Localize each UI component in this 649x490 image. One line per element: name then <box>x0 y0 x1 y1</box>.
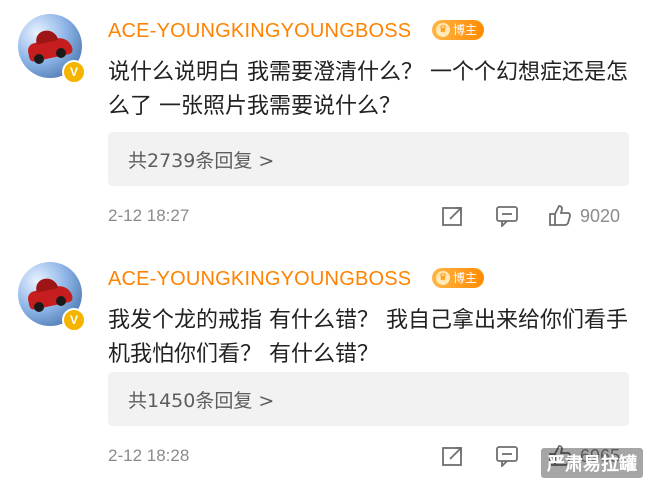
crown-icon: ♛ <box>436 271 450 285</box>
avatar-wheel <box>56 296 66 306</box>
watermark: 严肃易拉罐 <box>541 448 643 478</box>
timestamp: 2-12 18:28 <box>108 446 190 465</box>
blogger-badge-label: 博主 <box>453 271 478 285</box>
timestamp: 2-12 18:27 <box>108 206 190 225</box>
verified-v-icon: V <box>62 308 86 332</box>
verified-v-icon: V <box>62 60 86 84</box>
reply-count-link[interactable]: 共2739条回复 > <box>128 146 274 173</box>
share-icon[interactable] <box>441 445 465 467</box>
avatar-wheel <box>34 302 44 312</box>
comment-text: 我发个龙的戒指 有什么错？ 我自己拿出来给你们看手机我怕你们看？ 有什么错？ <box>108 308 628 367</box>
comment-icon[interactable] <box>495 445 519 467</box>
username[interactable]: ACE-YOUNGKINGYOUNGBOSS <box>108 268 411 291</box>
reply-summary[interactable]: 共1450条回复 > <box>108 372 629 426</box>
like-count: 9020 <box>580 206 621 226</box>
avatar-wheel <box>56 48 66 58</box>
reply-summary[interactable]: 共2739条回复 > <box>108 132 629 186</box>
comment-text: 说什么说明白 我需要澄清什么？ 一个个幻想症还是怎么了 一张照片我需要说什么？ <box>108 60 628 119</box>
comment-item: V ACE-YOUNGKINGYOUNGBOSS ♛ 博主 说什么说明白 我需要… <box>0 0 649 242</box>
blogger-badge-label: 博主 <box>453 23 478 37</box>
blogger-badge: ♛ 博主 <box>432 20 484 40</box>
crown-icon: ♛ <box>436 23 450 37</box>
blogger-badge: ♛ 博主 <box>432 268 484 288</box>
avatar-wheel <box>34 54 44 64</box>
share-icon[interactable] <box>441 205 465 227</box>
comment-icon[interactable] <box>495 205 519 227</box>
username[interactable]: ACE-YOUNGKINGYOUNGBOSS <box>108 20 411 43</box>
thumbs-up-icon[interactable] <box>548 204 572 226</box>
reply-count-link[interactable]: 共1450条回复 > <box>128 386 274 413</box>
